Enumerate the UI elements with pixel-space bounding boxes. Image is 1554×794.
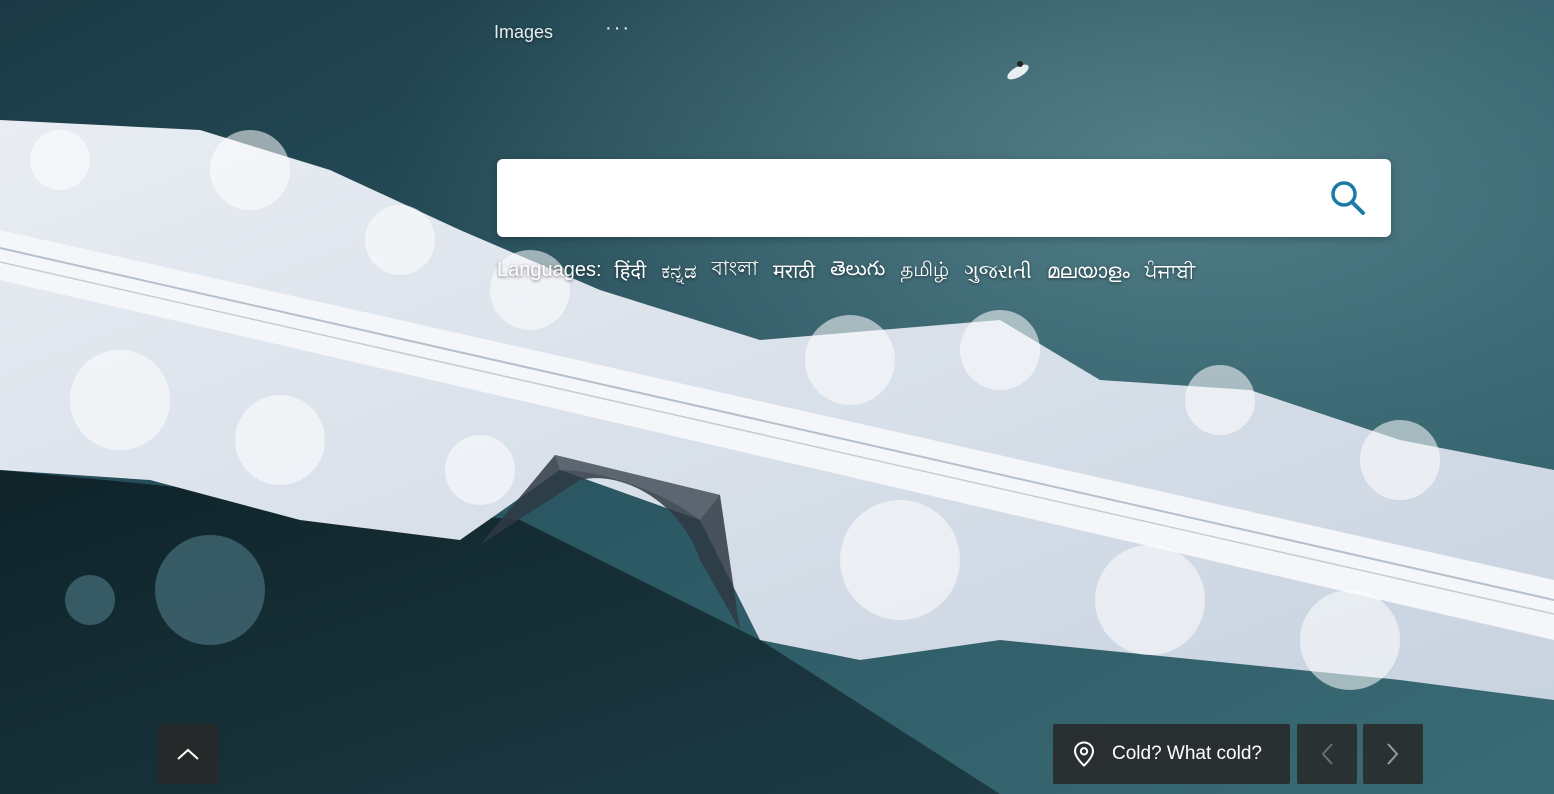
language-link-hindi[interactable]: हिंदी [615,257,647,284]
images-link[interactable]: Images [494,22,553,43]
chevron-up-icon [177,748,199,760]
language-link-punjabi[interactable]: ਪੰਜਾਬੀ [1145,259,1195,283]
search-box [497,159,1391,237]
search-input[interactable] [517,177,1301,221]
more-menu-button[interactable]: ··· [605,18,631,38]
search-icon [1331,181,1365,215]
previous-image-button[interactable] [1297,724,1357,784]
image-caption-text: Cold? What cold? [1112,743,1262,764]
chevron-left-icon [1321,743,1333,765]
scroll-up-button[interactable] [158,724,218,784]
chevron-right-icon [1387,743,1399,765]
language-link-malayalam[interactable]: മലയാളം [1047,259,1130,283]
language-link-gujarati[interactable]: ગુજરાતી [964,259,1032,283]
location-pin-icon [1073,741,1095,767]
homepage: Images ··· Languages: हिंदी ಕನ್ನಡ বাংলা … [0,0,1554,794]
search-button[interactable] [1327,177,1369,219]
background-image [0,0,1554,794]
next-image-button[interactable] [1363,724,1423,784]
language-link-bangla[interactable]: বাংলা [712,254,758,287]
language-links: Languages: हिंदी ಕನ್ನಡ বাংলা मराठी తెలుగ… [497,254,1195,287]
language-link-marathi[interactable]: मराठी [773,257,815,284]
image-caption-button[interactable]: Cold? What cold? [1053,724,1290,784]
language-link-telugu[interactable]: తెలుగు [830,256,885,285]
top-nav: Images ··· [494,18,631,43]
languages-label: Languages: [497,259,602,281]
language-link-tamil[interactable]: தமிழ் [900,257,949,284]
language-link-kannada[interactable]: ಕನ್ನಡ [661,259,697,283]
